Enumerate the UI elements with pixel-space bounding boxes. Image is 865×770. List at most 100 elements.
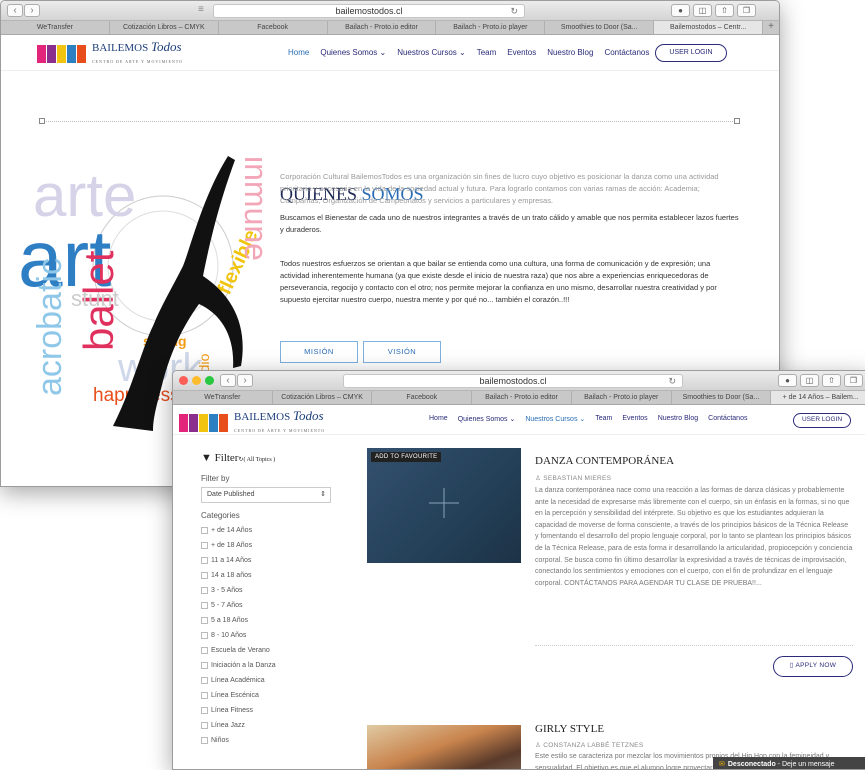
course-title[interactable]: GIRLY STYLE [535, 723, 604, 735]
user-login-button[interactable]: USER LOGIN [793, 413, 851, 428]
category-item[interactable]: 11 a 14 Años [201, 555, 341, 565]
sidebar-icon[interactable]: ◫ [693, 4, 712, 17]
chat-widget[interactable]: ✉ Desconectado - Deje un mensaje [713, 757, 865, 769]
checkbox[interactable] [201, 736, 208, 744]
category-item[interactable]: Línea Jazz [201, 720, 341, 730]
category-item[interactable]: 5 - 7 Años [201, 600, 341, 610]
plus-icon [429, 488, 459, 518]
tab-active[interactable]: + de 14 Años – Bailem... [771, 391, 865, 404]
tab[interactable]: Smoothies to Door (Sa... [672, 391, 772, 404]
forward-button[interactable]: › [24, 4, 40, 17]
share-icon[interactable]: ⇧ [715, 4, 734, 17]
menu-quienes-somos[interactable]: Quienes Somos ⌄ [320, 48, 386, 57]
tab[interactable]: Bailach - Proto.io editor [328, 21, 437, 34]
tab[interactable]: Cotización Libros – CMYK [110, 21, 219, 34]
course-image[interactable]: ADD TO FAVOURITE [367, 448, 521, 563]
envelope-icon: ✉ [719, 761, 725, 768]
divider-handle-right [734, 118, 740, 124]
menu-home[interactable]: Home [429, 415, 448, 423]
vision-button[interactable]: VISIÓN [363, 341, 441, 363]
checkbox[interactable] [201, 571, 208, 579]
logo-mark [37, 45, 87, 63]
user-login-button[interactable]: USER LOGIN [655, 44, 727, 62]
checkbox[interactable] [201, 616, 208, 624]
address-bar[interactable]: bailemostodos.cl ↻ [343, 374, 683, 388]
menu-nuestros-cursos[interactable]: Nuestros Cursos ⌄ [397, 48, 466, 57]
logo[interactable]: BAILEMOS Todos CENTRO DE ARTE Y MOVIMIENT… [179, 409, 325, 436]
share-icon[interactable]: ⇧ [822, 374, 841, 387]
menu-team[interactable]: Team [477, 48, 497, 57]
menu-quienes-somos[interactable]: Quienes Somos ⌄ [458, 415, 516, 423]
checkbox[interactable] [201, 661, 208, 669]
sidebar-icon[interactable]: ◫ [800, 374, 819, 387]
menu-team[interactable]: Team [595, 415, 612, 423]
checkbox[interactable] [201, 526, 208, 534]
category-item[interactable]: Iniciación a la Danza [201, 660, 341, 670]
menu-home[interactable]: Home [288, 48, 309, 57]
menu-contactanos[interactable]: Contáctanos [708, 415, 747, 423]
menu-eventos[interactable]: Eventos [622, 415, 647, 423]
checkbox[interactable] [201, 676, 208, 684]
back-button[interactable]: ‹ [220, 374, 236, 387]
tabs-icon[interactable]: ❐ [737, 4, 756, 17]
category-item[interactable]: Niños [201, 735, 341, 745]
category-item[interactable]: 5 a 18 Años [201, 615, 341, 625]
category-item[interactable]: 3 - 5 Años [201, 585, 341, 595]
checkbox[interactable] [201, 541, 208, 549]
course-image[interactable] [367, 725, 521, 769]
tab[interactable]: Facebook [219, 21, 328, 34]
tab[interactable]: Cotización Libros – CMYK [273, 391, 373, 404]
tab[interactable]: Smoothies to Door (Sa... [545, 21, 655, 34]
menu-contactanos[interactable]: Contáctanos [604, 48, 649, 57]
menu-blog[interactable]: Nuestro Blog [547, 48, 593, 57]
checkbox[interactable] [201, 706, 208, 714]
tab-active[interactable]: Bailemostodos – Centr... [654, 21, 764, 34]
forward-button[interactable]: › [237, 374, 253, 387]
close-icon[interactable] [179, 376, 188, 385]
menu-eventos[interactable]: Eventos [507, 48, 536, 57]
menu-blog[interactable]: Nuestro Blog [658, 415, 698, 423]
category-item[interactable]: + de 14 Años [201, 525, 341, 535]
checkbox[interactable] [201, 586, 208, 594]
category-item[interactable]: Línea Académica [201, 675, 341, 685]
checkbox[interactable] [201, 691, 208, 699]
tab[interactable]: Bailach - Proto.io player [572, 391, 672, 404]
categories-label: Categories [201, 511, 240, 520]
download-icon[interactable]: ● [778, 374, 797, 387]
category-item[interactable]: Escuela de Verano [201, 645, 341, 655]
back-button[interactable]: ‹ [7, 4, 23, 17]
new-tab-button[interactable]: + [763, 21, 779, 34]
logo[interactable]: BAILEMOS Todos CENTRO DE ARTE Y MOVIMIENT… [37, 40, 183, 67]
zoom-icon[interactable] [205, 376, 214, 385]
menu-nuestros-cursos[interactable]: Nuestros Cursos ⌄ [525, 415, 585, 423]
minimize-icon[interactable] [192, 376, 201, 385]
tabs-icon[interactable]: ❐ [844, 374, 863, 387]
tab[interactable]: Facebook [372, 391, 473, 404]
tab[interactable]: Bailach - Proto.io player [436, 21, 546, 34]
category-item[interactable]: + de 18 Años [201, 540, 341, 550]
tab[interactable]: WeTransfer [173, 391, 273, 404]
address-bar[interactable]: bailemostodos.cl ↻ [213, 4, 525, 18]
checkbox[interactable] [201, 721, 208, 729]
checkbox[interactable] [201, 601, 208, 609]
course-title[interactable]: DANZA CONTEMPORÁNEA [535, 455, 674, 467]
checkbox[interactable] [201, 646, 208, 654]
url-text: bailemostodos.cl [335, 6, 403, 16]
category-item[interactable]: Línea Escénica [201, 690, 341, 700]
menu-icon[interactable]: ≡ [198, 4, 204, 15]
checkbox[interactable] [201, 631, 208, 639]
category-item[interactable]: 8 - 10 Años [201, 630, 341, 640]
apply-now-button[interactable]: ▯ APPLY NOW [773, 656, 853, 677]
reload-icon[interactable]: ↻ [668, 375, 676, 387]
download-icon[interactable]: ● [671, 4, 690, 17]
tab[interactable]: WeTransfer [1, 21, 110, 34]
mision-button[interactable]: MISIÓN [280, 341, 358, 363]
main-menu: Home Quienes Somos ⌄ Nuestros Cursos ⌄ T… [429, 415, 757, 423]
reload-icon[interactable]: ↻ [510, 5, 518, 17]
add-to-favourite-button[interactable]: ADD TO FAVOURITE [371, 452, 442, 462]
checkbox[interactable] [201, 556, 208, 564]
tab[interactable]: Bailach - Proto.io editor [472, 391, 572, 404]
category-item[interactable]: 14 a 18 años [201, 570, 341, 580]
filter-by-select[interactable]: Date Published [201, 487, 331, 503]
category-item[interactable]: Línea Fitness [201, 705, 341, 715]
